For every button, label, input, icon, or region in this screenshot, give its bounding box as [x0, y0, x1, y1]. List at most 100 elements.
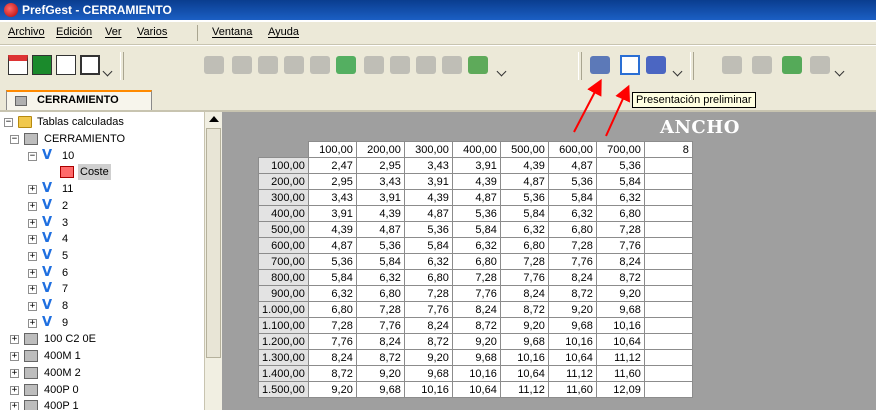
last-record-icon[interactable] — [310, 56, 330, 74]
table-cell[interactable]: 4,39 — [307, 221, 357, 238]
table-cell[interactable]: 7,28 — [355, 301, 405, 318]
table-cell[interactable]: 8,72 — [355, 349, 405, 366]
table-cell[interactable]: 10,16 — [451, 365, 501, 382]
table-cell[interactable]: 9,20 — [451, 333, 501, 350]
table-cell[interactable] — [643, 157, 693, 174]
next-page-icon[interactable] — [810, 56, 830, 74]
table-cell[interactable]: 6,80 — [499, 237, 549, 254]
table-cell[interactable]: 2,95 — [355, 157, 405, 174]
table-cell[interactable] — [643, 285, 693, 302]
table-cell[interactable]: 6,32 — [403, 253, 453, 270]
tree-node[interactable]: +400P 1 — [10, 398, 200, 410]
expand-icon[interactable]: + — [28, 318, 37, 328]
tree-node[interactable]: + V 9 — [28, 315, 200, 331]
expand-icon[interactable]: + — [28, 201, 37, 211]
table-cell[interactable]: 10,64 — [595, 333, 645, 350]
collapse-icon[interactable]: − — [4, 118, 13, 127]
add-record-icon[interactable] — [336, 56, 356, 74]
table-cell[interactable]: 10,64 — [499, 365, 549, 382]
table-cell[interactable]: 6,80 — [307, 301, 357, 318]
table-cell[interactable]: 5,84 — [355, 253, 405, 270]
previous-record-icon[interactable] — [258, 56, 278, 74]
expand-icon[interactable]: + — [28, 302, 37, 311]
table-cell[interactable]: 5,36 — [547, 173, 597, 190]
tree-node[interactable]: + V 11 — [28, 181, 200, 197]
table-cell[interactable]: 2,47 — [307, 157, 357, 174]
table-cell[interactable]: 7,28 — [595, 221, 645, 238]
row-header[interactable]: 200,00 — [258, 173, 309, 190]
structure-icon[interactable] — [722, 56, 742, 74]
menu-edicion[interactable]: Edición — [56, 26, 92, 38]
column-header[interactable]: 500,00 — [499, 141, 549, 158]
table-cell[interactable] — [643, 269, 693, 286]
table-cell[interactable]: 6,80 — [355, 285, 405, 302]
table-cell[interactable]: 11,12 — [595, 349, 645, 366]
table-cell[interactable]: 5,36 — [499, 189, 549, 206]
next-record-icon[interactable] — [284, 56, 304, 74]
tab-cerramiento[interactable]: CERRAMIENTO — [6, 90, 152, 110]
first-record-icon[interactable] — [232, 56, 252, 74]
menu-varios[interactable]: Varios — [137, 26, 167, 38]
tree-node[interactable]: + V 5 — [28, 248, 200, 264]
table-cell[interactable] — [643, 205, 693, 222]
table-cell[interactable]: 8,24 — [355, 333, 405, 350]
column-header[interactable]: 100,00 — [307, 141, 357, 158]
row-header[interactable]: 500,00 — [258, 221, 309, 238]
table-cell[interactable]: 5,84 — [307, 269, 357, 286]
table-cell[interactable]: 9,68 — [355, 381, 405, 398]
table-cell[interactable]: 10,16 — [547, 333, 597, 350]
table-cell[interactable]: 6,80 — [547, 221, 597, 238]
table-cell[interactable]: 10,64 — [547, 349, 597, 366]
table-cell[interactable]: 6,32 — [595, 189, 645, 206]
row-header[interactable]: 1.100,00 — [258, 317, 309, 334]
column-header[interactable]: 400,00 — [451, 141, 501, 158]
table-cell[interactable]: 7,28 — [499, 253, 549, 270]
table-cell[interactable]: 3,43 — [403, 157, 453, 174]
expand-icon[interactable]: + — [10, 335, 19, 345]
table-cell[interactable]: 10,64 — [451, 381, 501, 398]
list-view-icon[interactable] — [56, 55, 76, 75]
table-cell[interactable]: 4,39 — [355, 205, 405, 222]
expand-icon[interactable]: + — [10, 352, 19, 362]
tree-node[interactable]: + V 2 — [28, 198, 200, 214]
table-cell[interactable]: 7,76 — [595, 237, 645, 254]
table-cell[interactable]: 5,84 — [403, 237, 453, 254]
tree-node[interactable]: − CERRAMIENTO — [10, 131, 200, 147]
table-cell[interactable]: 6,32 — [547, 205, 597, 222]
table-cell[interactable]: 8,24 — [547, 269, 597, 286]
table-cell[interactable] — [643, 237, 693, 254]
tree-node[interactable]: Coste — [58, 164, 200, 181]
table-cell[interactable]: 8,72 — [547, 285, 597, 302]
row-header[interactable]: 1.400,00 — [258, 365, 309, 382]
table-cell[interactable]: 4,87 — [403, 205, 453, 222]
table-cell[interactable] — [643, 189, 693, 206]
row-header[interactable]: 900,00 — [258, 285, 309, 302]
row-header[interactable]: 1.300,00 — [258, 349, 309, 366]
menu-ventana[interactable]: Ventana — [212, 26, 252, 38]
tree-node[interactable]: + V 7 — [28, 281, 200, 297]
table-cell[interactable]: 6,32 — [307, 285, 357, 302]
table-cell[interactable] — [643, 317, 693, 334]
table-cell[interactable]: 5,36 — [403, 221, 453, 238]
table-cell[interactable]: 4,39 — [403, 189, 453, 206]
table-cell[interactable]: 7,76 — [499, 269, 549, 286]
tree-node[interactable]: − V 10 — [28, 148, 200, 164]
column-header[interactable]: 300,00 — [403, 141, 453, 158]
column-header[interactable]: 600,00 — [547, 141, 597, 158]
collapse-icon[interactable]: − — [10, 135, 19, 144]
column-header[interactable]: 200,00 — [355, 141, 405, 158]
menu-archivo[interactable]: Archivo — [8, 26, 45, 38]
download-icon[interactable] — [32, 55, 52, 75]
expand-icon[interactable]: + — [28, 218, 37, 228]
table-cell[interactable]: 5,36 — [355, 237, 405, 254]
tree-node[interactable]: +100 C2 0E — [10, 331, 200, 347]
table-cell[interactable] — [643, 365, 693, 382]
table-cell[interactable]: 4,39 — [499, 157, 549, 174]
chevron-down-icon[interactable] — [834, 66, 845, 77]
table-cell[interactable]: 9,68 — [547, 317, 597, 334]
table-cell[interactable]: 8,24 — [307, 349, 357, 366]
save-icon[interactable] — [204, 56, 224, 74]
table-cell[interactable]: 8,72 — [451, 317, 501, 334]
menu-ver[interactable]: Ver — [105, 26, 122, 38]
table-cell[interactable]: 3,91 — [403, 173, 453, 190]
